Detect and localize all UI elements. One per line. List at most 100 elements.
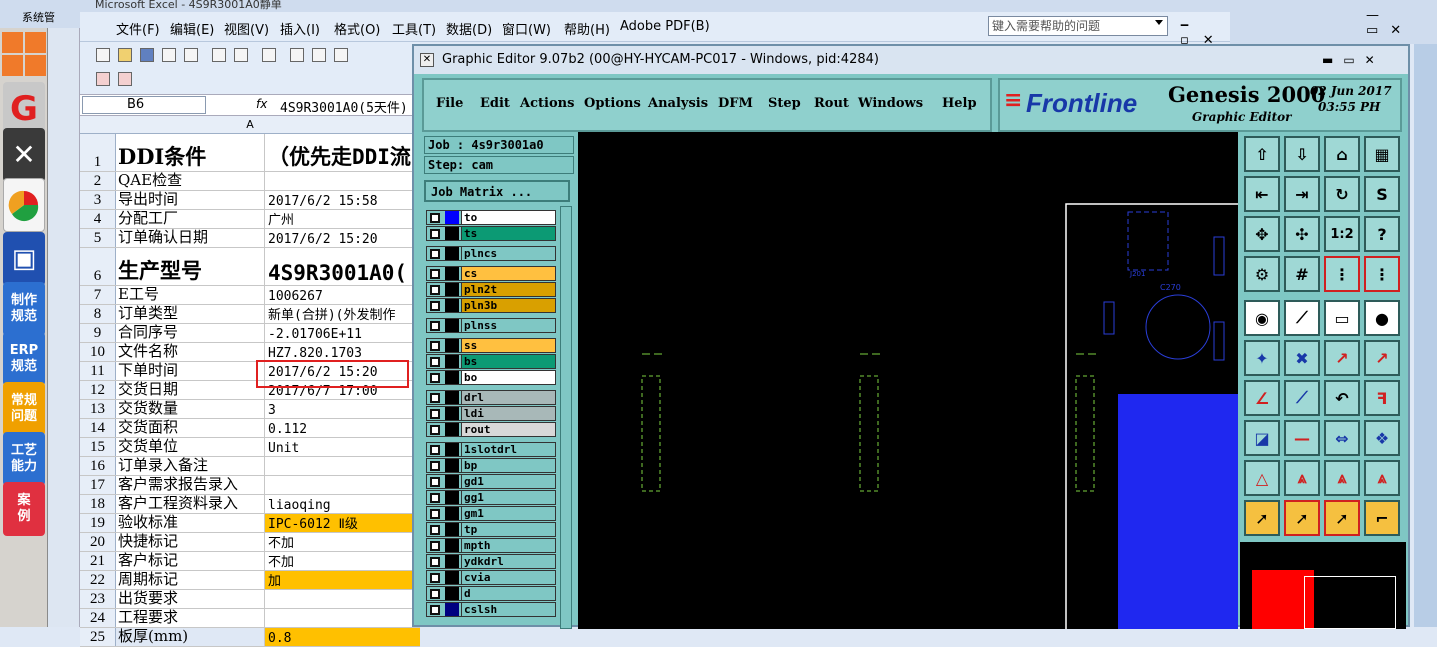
gmenu-step[interactable]: Step — [768, 96, 801, 111]
layer-scrollbar[interactable] — [560, 206, 572, 629]
pan-left-icon[interactable]: ⇤ — [1244, 176, 1280, 212]
mirror-icon[interactable]: ꟻ — [1364, 380, 1400, 416]
menu-file[interactable]: 文件(F) — [116, 19, 160, 38]
layer-color-swatch[interactable] — [445, 247, 459, 260]
row-header[interactable]: 5 — [80, 229, 116, 247]
layer-checkbox[interactable] — [430, 525, 440, 535]
layer-color-swatch[interactable] — [445, 443, 459, 456]
cell-a[interactable]: 文件名称 — [116, 343, 265, 361]
layer-color-swatch[interactable] — [445, 523, 459, 536]
row-header[interactable]: 7 — [80, 286, 116, 304]
cell-b[interactable]: 不加 — [265, 552, 420, 570]
cell-a[interactable]: 客户需求报告录入 — [116, 476, 265, 494]
row-header[interactable]: 8 — [80, 305, 116, 323]
fx-icon[interactable]: fx — [256, 97, 267, 111]
select-icon[interactable]: ➚ — [1244, 500, 1280, 536]
layer-name[interactable]: plncs — [461, 247, 555, 260]
sidebar-dash-icon[interactable] — [25, 55, 46, 76]
cell-a[interactable]: 客户标记 — [116, 552, 265, 570]
slant-icon[interactable]: ⟋ — [1284, 380, 1320, 416]
zoom-center-icon[interactable]: ✣ — [1284, 216, 1320, 252]
spelling-icon[interactable] — [234, 48, 248, 62]
route-icon[interactable]: ⌐ — [1364, 500, 1400, 536]
layer-color-swatch[interactable] — [445, 603, 459, 616]
help-icon[interactable]: ? — [1364, 216, 1400, 252]
cell-b[interactable]: 广州 — [265, 210, 420, 228]
layer-name[interactable]: mpth — [461, 539, 555, 552]
move-icon[interactable]: ↗ — [1324, 340, 1360, 376]
house-icon[interactable]: ⌂ — [1324, 136, 1360, 172]
layer-color-swatch[interactable] — [445, 507, 459, 520]
row-header[interactable]: 12 — [80, 381, 116, 399]
connect-icon[interactable]: ✦ — [1244, 340, 1280, 376]
layer-color-swatch[interactable] — [445, 299, 459, 312]
layer-name[interactable]: plnss — [461, 319, 555, 332]
open-icon[interactable] — [118, 48, 132, 62]
gmenu-help[interactable]: Help — [942, 96, 977, 111]
cell-b[interactable]: （优先走DDI流 — [265, 134, 420, 171]
home-down-icon[interactable]: ⇩ — [1284, 136, 1320, 172]
menu-insert[interactable]: 插入(I) — [280, 19, 320, 38]
gmenu-edit[interactable]: Edit — [480, 96, 510, 111]
pdf-convert-icon[interactable] — [96, 72, 110, 86]
row-header[interactable]: 13 — [80, 400, 116, 418]
layer-row[interactable]: gd1 — [426, 474, 556, 489]
layer-color-swatch[interactable] — [445, 459, 459, 472]
layer-row[interactable]: drl — [426, 390, 556, 405]
cell-b[interactable]: liaoqing — [265, 495, 420, 513]
graphic-canvas[interactable]: J201 C270 — [578, 132, 1238, 629]
sidebar-plus-icon[interactable] — [2, 32, 23, 53]
layer-row[interactable]: to — [426, 210, 556, 225]
layer-name[interactable]: tp — [461, 523, 555, 536]
layer-color-swatch[interactable] — [445, 211, 459, 224]
layer-name[interactable]: cvia — [461, 571, 555, 584]
layer-color-swatch[interactable] — [445, 371, 459, 384]
layer-checkbox[interactable] — [430, 573, 440, 583]
row-header[interactable]: 6 — [80, 248, 116, 285]
cell-b[interactable]: 0.8 — [265, 628, 420, 646]
triangle-1-icon[interactable]: △ — [1244, 460, 1280, 496]
layer-name[interactable]: pln3b — [461, 299, 555, 312]
layer-row[interactable]: gm1 — [426, 506, 556, 521]
layer-row[interactable]: plncs — [426, 246, 556, 261]
cell-b[interactable]: 新单(合拼)(外发制作 — [265, 305, 420, 323]
row-header[interactable]: 22 — [80, 571, 116, 589]
row-header[interactable]: 2 — [80, 172, 116, 190]
layer-checkbox[interactable] — [430, 249, 440, 259]
row-header[interactable]: 1 — [80, 134, 116, 171]
layer-row[interactable]: cs — [426, 266, 556, 281]
layer-name[interactable]: pln2t — [461, 283, 555, 296]
row-header[interactable]: 20 — [80, 533, 116, 551]
cell-a[interactable]: E工号 — [116, 286, 265, 304]
cell-a[interactable]: 板厚(mm) — [116, 628, 265, 646]
layer-name[interactable]: ts — [461, 227, 555, 240]
triangle-2-icon[interactable]: ⩓ — [1284, 460, 1320, 496]
layer-name[interactable]: ss — [461, 339, 555, 352]
gmenu-actions[interactable]: Actions — [520, 96, 574, 111]
layer-name[interactable]: bp — [461, 459, 555, 472]
snap-icon[interactable]: ⋮ — [1324, 256, 1360, 292]
print-preview-icon[interactable] — [212, 48, 226, 62]
row-header[interactable]: 11 — [80, 362, 116, 380]
cell-b[interactable]: 4S9R3001A0( — [265, 248, 420, 285]
row-header[interactable]: 10 — [80, 343, 116, 361]
layer-row[interactable]: cvia — [426, 570, 556, 585]
menu-help[interactable]: 帮助(H) — [564, 19, 610, 38]
layer-checkbox[interactable] — [430, 301, 440, 311]
menu-view[interactable]: 视图(V) — [224, 19, 269, 38]
print-icon[interactable] — [184, 48, 198, 62]
row-header[interactable]: 25 — [80, 628, 116, 646]
cell-b[interactable]: 2017/6/2 15:58 — [265, 191, 420, 209]
row-header[interactable]: 3 — [80, 191, 116, 209]
gmenu-file[interactable]: File — [436, 96, 463, 111]
cell-b[interactable] — [265, 172, 420, 190]
row-header[interactable]: 4 — [80, 210, 116, 228]
layer-color-swatch[interactable] — [445, 555, 459, 568]
layer-checkbox[interactable] — [430, 445, 440, 455]
layer-color-swatch[interactable] — [445, 391, 459, 404]
cell-a[interactable]: 验收标准 — [116, 514, 265, 532]
layer-row[interactable]: 1slotdrl — [426, 442, 556, 457]
layer-row[interactable]: bo — [426, 370, 556, 385]
move-alt-icon[interactable]: ↗ — [1364, 340, 1400, 376]
name-box[interactable]: B6 — [82, 96, 206, 114]
